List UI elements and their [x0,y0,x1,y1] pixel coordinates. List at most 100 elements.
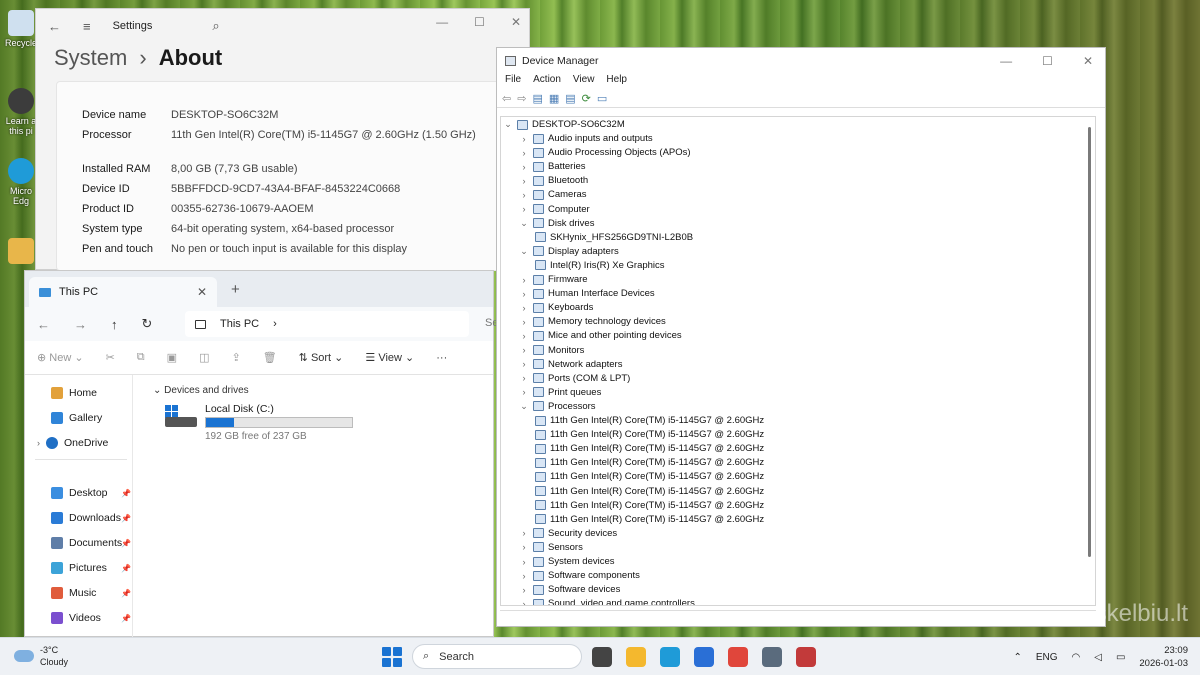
device-item[interactable]: 11th Gen Intel(R) Core(TM) i5-1145G7 @ 2… [535,415,764,426]
help-icon[interactable]: ▦ [549,92,559,105]
delete-icon[interactable]: 🗑 [263,351,277,364]
device-category[interactable]: › Human Interface Devices [519,288,655,299]
maximize-icon[interactable]: ☐ [474,15,485,29]
drive-c[interactable]: Local Disk (C:) 192 GB free of 237 GB [163,403,363,443]
view-button[interactable]: ☰ View ⌄ [365,351,414,364]
chevron-right-icon[interactable]: › [519,275,529,285]
chevron-right-icon[interactable]: › [519,585,529,595]
chevron-right-icon[interactable]: › [519,162,529,172]
device-category[interactable]: › Network adapters [519,359,623,370]
back-arrow-icon[interactable]: ← [48,19,61,34]
file-explorer-icon[interactable] [626,647,646,667]
chevron-right-icon[interactable]: › [519,373,529,383]
monitor-icon[interactable]: ▭ [597,92,607,105]
desktop-icon-edge[interactable]: Micro Edg [4,158,38,206]
wifi-icon[interactable]: ◠ [1072,652,1081,663]
chevron-right-icon[interactable]: › [519,289,529,299]
chevron-right-icon[interactable]: › [519,528,529,538]
device-category[interactable]: › Print queues [519,387,602,398]
sidebar-item-onedrive[interactable]: › OneDrive [37,437,108,449]
paste-icon[interactable]: ▣ [167,351,177,364]
close-icon[interactable]: ✕ [511,15,521,29]
device-category[interactable]: › Batteries [519,161,586,172]
refresh-icon[interactable]: ↻ [142,316,153,332]
device-category[interactable]: › Firmware [519,274,588,285]
close-icon[interactable]: ✕ [1083,54,1093,68]
pin-icon[interactable]: 📌 [121,489,131,498]
device-item[interactable]: SKHynix_HFS256GD9TNI-L2B0B [535,232,693,243]
device-category[interactable]: › Cameras [519,189,587,200]
device-category[interactable]: › Bluetooth [519,175,589,186]
close-tab-icon[interactable]: ✕ [197,285,207,299]
sidebar-item-downloads[interactable]: Downloads [51,512,121,524]
device-item[interactable]: 11th Gen Intel(R) Core(TM) i5-1145G7 @ 2… [535,429,764,440]
menu-file[interactable]: File [505,74,521,90]
sidebar-item-documents[interactable]: Documents [51,537,122,549]
up-arrow-icon[interactable]: ↑ [111,317,118,332]
chevron-right-icon[interactable]: › [519,148,529,158]
sidebar-item-pictures[interactable]: Pictures [51,562,107,574]
scrollbar[interactable] [1088,127,1091,557]
share-icon[interactable]: ⇪ [231,351,240,364]
sidebar-item-videos[interactable]: Videos [51,612,101,624]
device-category[interactable]: › Ports (COM & LPT) [519,373,631,384]
chevron-right-icon[interactable]: › [519,331,529,341]
tab-this-pc[interactable]: This PC ✕ [29,277,217,307]
copy-icon[interactable]: ⧉ [137,351,145,364]
device-item[interactable]: Intel(R) Iris(R) Xe Graphics [535,260,665,271]
cut-icon[interactable]: ✂ [106,351,115,364]
back-arrow-icon[interactable]: ← [37,317,50,332]
device-category[interactable]: › Keyboards [519,302,594,313]
taskbar-search[interactable]: ⌕ Search [412,644,582,669]
desktop-icon-learn[interactable]: Learn a this pi [4,88,38,136]
device-category[interactable]: › Computer [519,204,590,215]
sidebar-item-desktop[interactable]: Desktop [51,487,108,499]
menu-action[interactable]: Action [533,74,561,90]
sidebar-item-gallery[interactable]: Gallery [51,412,102,424]
chevron-right-icon[interactable]: › [519,557,529,567]
address-bar[interactable]: This PC › [185,311,469,337]
chevron-right-icon[interactable]: › [519,303,529,313]
tree-root[interactable]: ⌄ DESKTOP-SO6C32M [503,119,625,130]
edge-icon[interactable] [660,647,680,667]
search-icon[interactable]: ⌕ [212,18,219,34]
chevron-right-icon[interactable]: › [519,387,529,397]
minimize-icon[interactable]: — [1000,54,1012,68]
chevron-right-icon[interactable]: › [519,204,529,214]
device-manager-icon[interactable] [796,647,816,667]
chevron-right-icon[interactable]: › [519,190,529,200]
volume-icon[interactable]: ◁ [1094,652,1102,663]
device-item[interactable]: 11th Gen Intel(R) Core(TM) i5-1145G7 @ 2… [535,500,764,511]
device-item[interactable]: 11th Gen Intel(R) Core(TM) i5-1145G7 @ 2… [535,471,764,482]
device-category[interactable]: › System devices [519,556,615,567]
device-category[interactable]: › Software components [519,570,640,581]
sidebar-item-music[interactable]: Music [51,587,96,599]
pin-icon[interactable]: 📌 [121,614,131,623]
chevron-down-icon[interactable]: ⌄ [519,246,529,257]
chevron-right-icon[interactable]: › [519,571,529,581]
view-icon[interactable]: ▤ [565,92,575,105]
pin-icon[interactable]: 📌 [121,539,131,548]
battery-icon[interactable]: ▭ [1116,652,1125,663]
pin-icon[interactable]: 📌 [121,564,131,573]
chevron-down-icon[interactable]: ⌄ [503,119,513,130]
device-item[interactable]: 11th Gen Intel(R) Core(TM) i5-1145G7 @ 2… [535,486,764,497]
desktop-icon-recycle[interactable]: Recycle [4,10,38,48]
breadcrumb-system[interactable]: System [54,45,127,71]
device-category[interactable]: › Monitors [519,345,585,356]
store-icon[interactable] [694,647,714,667]
device-category[interactable]: › Audio Processing Objects (APOs) [519,147,691,158]
forward-arrow-icon[interactable]: ⇨ [517,92,526,105]
rename-icon[interactable]: ◫ [199,351,209,364]
device-category[interactable]: › Sensors [519,542,583,553]
chevron-up-icon[interactable]: ⌃ [1013,652,1021,663]
more-options-button[interactable]: ··· [436,352,447,364]
device-category[interactable]: ⌄ Disk drives [519,218,594,229]
chevron-right-icon[interactable]: › [519,599,529,605]
device-item[interactable]: 11th Gen Intel(R) Core(TM) i5-1145G7 @ 2… [535,457,764,468]
device-category[interactable]: › Security devices [519,528,618,539]
chevron-right-icon[interactable]: › [519,134,529,144]
task-view-icon[interactable] [592,647,612,667]
minimize-icon[interactable]: — [436,15,448,29]
device-item[interactable]: 11th Gen Intel(R) Core(TM) i5-1145G7 @ 2… [535,443,764,454]
